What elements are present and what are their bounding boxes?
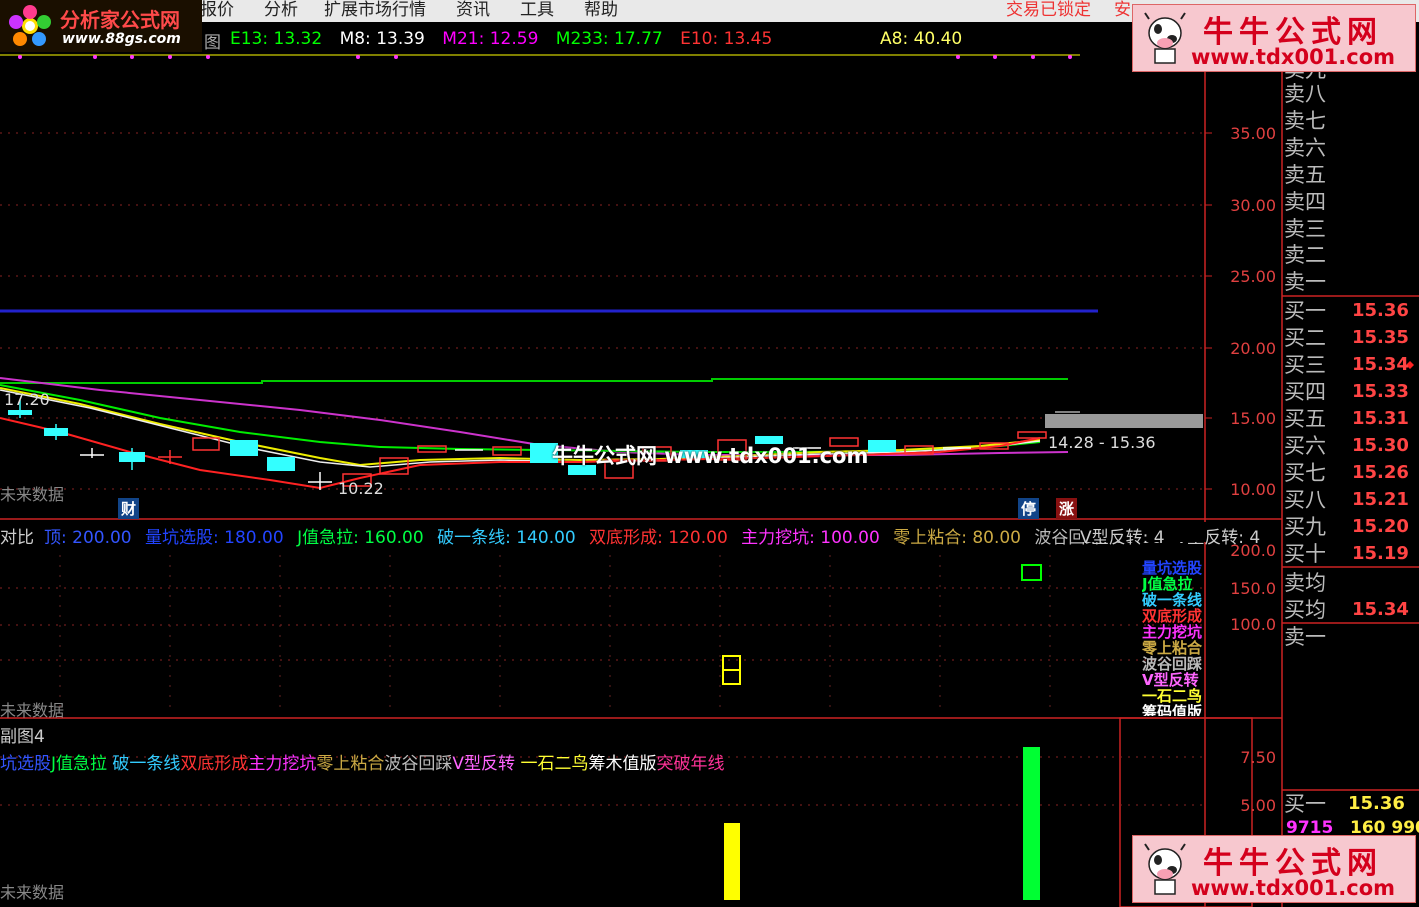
- buy-avg-price: 15.34: [1352, 599, 1409, 620]
- sub1-value: 零上粘合: 80.00: [893, 528, 1022, 548]
- sub2-legend-item: 一石二鸟: [520, 754, 589, 774]
- legend-item: 波谷回踩: [1142, 655, 1203, 673]
- order-buy-7-price: 15.26: [1352, 462, 1409, 483]
- sub2-axis-tick: 7.50: [1240, 748, 1276, 767]
- sub2-legend-item: 筹木值版: [588, 754, 657, 774]
- order-buy-4: 买四: [1284, 380, 1326, 404]
- finance-tag[interactable]: 财: [118, 498, 140, 519]
- order-buy-1-price: 15.36: [1352, 300, 1409, 321]
- sub2-legend-item: 零上粘合: [316, 754, 385, 774]
- order-buy-6-price: 15.30: [1352, 435, 1409, 456]
- legend-item: 双底形成: [1142, 607, 1203, 625]
- order-buy-2: 买二: [1284, 326, 1326, 350]
- order-buy-5-price: 15.31: [1352, 408, 1409, 429]
- future-data-main: 未来数据: [0, 485, 65, 504]
- sub2-legend: 坑选股J值急拉 破一条线双底形成主力挖坑零上粘合波谷回踩V型反转 一石二鸟筹木值…: [0, 749, 724, 774]
- order-sell-1: 卖一: [1284, 270, 1326, 294]
- sub2-legend-item: 双底形成: [180, 754, 249, 774]
- legend-item: 主力挖坑: [1142, 623, 1203, 641]
- sell-one-label: 卖一: [1284, 625, 1326, 649]
- high-price-label: 17.20: [4, 390, 50, 409]
- order-sell-3: 卖三: [1284, 217, 1326, 241]
- sub1-value: 破一条线: 140.00: [437, 528, 576, 548]
- order-buy-8-price: 15.21: [1352, 489, 1409, 510]
- order-buy-7: 买七: [1284, 461, 1326, 485]
- sub1-value: 量坑选股: 180.00: [145, 528, 284, 548]
- order-buy-8: 买八: [1284, 488, 1326, 512]
- brand-url: www.tdx001.com: [1191, 876, 1396, 900]
- order-buy-1: 买一: [1284, 299, 1326, 323]
- axis-tick: 20.00: [1230, 339, 1276, 358]
- legend-item: V型反转: [1142, 671, 1199, 689]
- sub1-value: 双底形成: 120.00: [589, 528, 728, 548]
- order-buy-10-price: 15.19: [1352, 543, 1409, 564]
- sub2-legend-item: 主力挖坑: [248, 754, 317, 774]
- bottom-buy-price: 15.36: [1348, 793, 1405, 814]
- order-sell-6: 卖六: [1284, 136, 1326, 160]
- sell-avg-label: 卖均: [1284, 571, 1326, 595]
- order-buy-2-price: 15.35: [1352, 327, 1409, 348]
- buy-avg-label: 买均: [1284, 598, 1326, 622]
- brand-badge-bottom: 牛牛公式网 www.tdx001.com: [1132, 835, 1416, 903]
- axis-tick: 35.00: [1230, 124, 1276, 143]
- cow-logo-icon: [1144, 12, 1186, 64]
- order-buy-3-price: 15.34: [1352, 354, 1409, 375]
- order-buy-4-price: 15.33: [1352, 381, 1409, 402]
- sub2-legend-item: 突破年线: [656, 754, 725, 774]
- sub1-axis-tick: 150.0: [1230, 579, 1276, 598]
- order-sell-8: 卖八: [1284, 82, 1326, 106]
- bottom-buy-label: 买一: [1284, 792, 1326, 816]
- future-data-sub2: 未来数据: [0, 883, 65, 902]
- order-sell-4: 卖四: [1284, 190, 1326, 214]
- price-range-label: 14.28 - 15.36: [1048, 433, 1156, 452]
- axis-tick: 30.00: [1230, 196, 1276, 215]
- axis-tick: 15.00: [1230, 409, 1276, 428]
- sub2-axis-tick: 5.00: [1240, 796, 1276, 815]
- sub2-legend-item: V型反转: [452, 754, 516, 774]
- sub1-value: 主力挖坑: 100.00: [741, 528, 880, 548]
- sub2-legend-item: 坑选股: [0, 754, 51, 774]
- order-buy-6: 买六: [1284, 434, 1326, 458]
- order-sell-7: 卖七: [1284, 109, 1326, 133]
- order-buy-5: 买五: [1284, 407, 1326, 431]
- legend-item: 零上粘合: [1142, 639, 1203, 657]
- sub2-legend-item: 波谷回踩: [384, 754, 453, 774]
- sub1-axis-tick: 100.0: [1230, 615, 1276, 634]
- cow-logo-icon: [1144, 843, 1186, 895]
- low-price-label: 10.22: [338, 479, 384, 498]
- sub2-name[interactable]: 副图4: [0, 722, 45, 747]
- sub1-value: J值急拉: 160.00: [297, 528, 424, 548]
- legend-item: 一石二鸟: [1142, 687, 1203, 705]
- axis-tick: 10.00: [1230, 480, 1276, 499]
- brand-badge-top: 牛牛公式网 www.tdx001.com: [1132, 4, 1416, 72]
- order-sell-2: 卖二: [1284, 243, 1326, 267]
- halt-tag[interactable]: 停: [1018, 498, 1040, 519]
- order-buy-9-price: 15.20: [1352, 516, 1409, 537]
- legend-item: J值急拉: [1142, 575, 1193, 593]
- sub1-last-value: V型反转: 4: [1080, 528, 1165, 548]
- legend-item: 破一条线: [1142, 591, 1203, 609]
- watermark-text: 牛牛公式网 www.tdx001.com: [552, 444, 869, 468]
- order-buy-10: 买十: [1284, 542, 1326, 566]
- sub2-legend-item: J值急拉: [51, 754, 108, 774]
- future-data-sub1: 未来数据: [0, 701, 65, 720]
- legend-item: 筹码值版: [1142, 703, 1203, 716]
- sub2-legend-item: 破一条线: [112, 754, 181, 774]
- sub1-name[interactable]: 对比: [0, 523, 34, 548]
- axis-tick: 25.00: [1230, 267, 1276, 286]
- sub1-legend: 量坑选股 J值急拉 破一条线 双底形成 主力挖坑 零上粘合 波谷回踩 V型反转 …: [1142, 560, 1206, 716]
- brand-url: www.tdx001.com: [1191, 45, 1396, 69]
- order-buy-3: 买三: [1284, 353, 1326, 377]
- order-sell-5: 卖五: [1284, 163, 1326, 187]
- limit-up-tag[interactable]: 涨: [1056, 498, 1078, 519]
- sub1-axis-tick: 200.0: [1230, 541, 1276, 560]
- legend-item: 量坑选股: [1142, 560, 1203, 577]
- order-buy-9: 买九: [1284, 515, 1326, 539]
- sub1-value-top: 顶: 200.00: [44, 528, 132, 548]
